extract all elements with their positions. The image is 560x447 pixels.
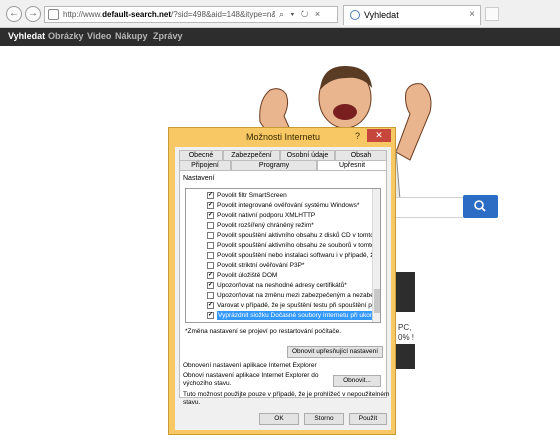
search-button[interactable] <box>463 195 498 218</box>
internet-options-dialog: Možnosti Internetu ? ✕ Obecné Zabezpečen… <box>168 127 396 435</box>
option-label: Povolit spouštění aktivního obsahu ze so… <box>217 242 372 249</box>
ok-button[interactable]: OK <box>259 413 299 425</box>
settings-option[interactable]: Povolit úložiště DOM <box>186 271 372 281</box>
option-checkbox[interactable] <box>207 232 214 239</box>
tab-obecne[interactable]: Obecné <box>179 150 223 160</box>
dialog-body: Obecné Zabezpečení Osobní údaje Obsah Př… <box>175 147 391 430</box>
new-tab-button[interactable] <box>485 7 499 21</box>
option-checkbox[interactable] <box>207 202 214 209</box>
url-prefix: http://www. <box>63 10 103 19</box>
cancel-button[interactable]: Storno <box>304 413 344 425</box>
page-icon <box>48 9 59 20</box>
tab-programy[interactable]: Programy <box>231 160 317 170</box>
option-label: Povolit spouštění aktivního obsahu z dis… <box>217 232 372 239</box>
url-host: default-search.net <box>102 10 172 19</box>
option-label: Povolit spouštění nebo instalaci softwar… <box>217 252 372 259</box>
option-label: Vyprázdnit složku Dočasné soubory Intern… <box>217 311 372 320</box>
search-input[interactable] <box>395 197 463 218</box>
settings-option[interactable]: Povolit integrované ověřování systému Wi… <box>186 201 372 211</box>
settings-list[interactable]: Povolit filtr SmartScreen Povolit integro… <box>185 188 381 323</box>
settings-label: Nastavení <box>183 175 215 182</box>
option-label: Varovat v případě, že je spuštění testu … <box>217 302 372 309</box>
promo-text: PC, 0% ! <box>398 323 415 342</box>
option-checkbox[interactable] <box>207 192 214 199</box>
tab-row-bottom: Připojení Programy Upřesnit <box>179 160 387 170</box>
address-tools-icons[interactable]: ⌕ ▾ ↻ × <box>279 9 322 20</box>
nav-zpravy[interactable]: Zprávy <box>153 31 183 41</box>
tab-title: Vyhledat <box>364 10 399 20</box>
close-icon[interactable]: ✕ <box>367 129 391 142</box>
option-label: Povolit úložiště DOM <box>217 272 278 279</box>
tab-zabezpeceni[interactable]: Zabezpečení <box>223 150 280 160</box>
nav-video[interactable]: Video <box>87 31 111 41</box>
option-checkbox[interactable] <box>207 252 214 259</box>
option-checkbox[interactable] <box>207 302 214 309</box>
address-text[interactable]: http://www.default-search.net/?sid=498&a… <box>63 10 275 19</box>
option-checkbox[interactable] <box>207 242 214 249</box>
forward-button[interactable]: → <box>25 6 41 22</box>
tab-close-icon[interactable]: × <box>469 9 475 20</box>
settings-option[interactable]: Vyprázdnit složku Dočasné soubory Intern… <box>186 311 372 321</box>
settings-option[interactable]: Povolit rozšířený chráněný režim* <box>186 221 372 231</box>
option-checkbox[interactable] <box>207 312 214 319</box>
reset-group-label: Obnovení nastavení aplikace Internet Exp… <box>183 362 317 369</box>
site-navigation: Vyhledat Obrázky Video Nákupy Zprávy <box>0 28 560 46</box>
restart-note: *Změna nastavení se projeví po restartov… <box>185 328 342 335</box>
option-label: Povolit filtr SmartScreen <box>217 192 287 199</box>
browser-tab[interactable]: Vyhledat × <box>343 5 481 25</box>
site-favicon-icon <box>350 10 360 20</box>
reset-description: Obnoví nastavení aplikace Internet Explo… <box>183 372 319 387</box>
option-checkbox[interactable] <box>207 292 214 299</box>
restore-advanced-button[interactable]: Obnovit upřesňující nastavení <box>287 346 383 358</box>
option-checkbox[interactable] <box>207 272 214 279</box>
search-icon <box>474 200 486 212</box>
dialog-title: Možnosti Internetu <box>245 132 321 142</box>
address-bar[interactable]: http://www.default-search.net/?sid=498&a… <box>44 6 338 23</box>
tab-row-top: Obecné Zabezpečení Osobní údaje Obsah <box>179 150 387 160</box>
option-label: Povolit integrované ověřování systému Wi… <box>217 202 360 209</box>
reset-warning: Tuto možnost použijte pouze v případě, ž… <box>183 391 390 406</box>
scrollbar-thumb[interactable] <box>374 289 380 313</box>
settings-option[interactable]: Povolit spouštění aktivního obsahu ze so… <box>186 241 372 251</box>
tab-obsah[interactable]: Obsah <box>335 150 387 160</box>
tab-upresnit[interactable]: Upřesnit <box>317 160 387 170</box>
settings-option[interactable]: Upozorňovat na neshodné adresy certifiká… <box>186 281 372 291</box>
settings-option[interactable]: Upozorňovat na změnu mezi zabezpečeným a… <box>186 291 372 301</box>
help-icon[interactable]: ? <box>355 131 360 141</box>
settings-option[interactable]: Povolit filtr SmartScreen <box>186 191 372 201</box>
option-checkbox[interactable] <box>207 222 214 229</box>
settings-scrollbar[interactable] <box>372 189 380 322</box>
reset-button[interactable]: Obnovit... <box>333 375 381 387</box>
option-label: Upozorňovat na neshodné adresy certifiká… <box>217 282 347 289</box>
settings-option[interactable]: Povolit spouštění nebo instalaci softwar… <box>186 251 372 261</box>
settings-option[interactable]: Povolit striktní ověřování P3P* <box>186 261 372 271</box>
nav-nakupy[interactable]: Nákupy <box>115 31 148 41</box>
settings-option[interactable]: Varovat v případě, že je spuštění testu … <box>186 301 372 311</box>
nav-obrazky[interactable]: Obrázky <box>48 31 84 41</box>
tab-osobni-udaje[interactable]: Osobní údaje <box>280 150 335 160</box>
tab-pripojeni[interactable]: Připojení <box>179 160 231 170</box>
url-path: /?sid=498&aid=148&itype=n&ver=13114&tm=4… <box>171 10 275 19</box>
option-checkbox[interactable] <box>207 262 214 269</box>
option-label: Povolit rozšířený chráněný režim* <box>217 222 314 229</box>
option-checkbox[interactable] <box>207 282 214 289</box>
option-label: Povolit nativní podporu XMLHTTP <box>217 212 316 219</box>
apply-button[interactable]: Použít <box>349 413 387 425</box>
nav-vyhledat[interactable]: Vyhledat <box>8 31 45 41</box>
back-button[interactable]: ← <box>6 6 22 22</box>
browser-toolbar: ← → http://www.default-search.net/?sid=4… <box>0 0 560 28</box>
option-label: Povolit striktní ověřování P3P* <box>217 262 305 269</box>
settings-option[interactable]: Povolit nativní podporu XMLHTTP <box>186 211 372 221</box>
settings-option[interactable]: Povolit spouštění aktivního obsahu z dis… <box>186 231 372 241</box>
option-label: Upozorňovat na změnu mezi zabezpečeným a… <box>217 292 372 299</box>
option-checkbox[interactable] <box>207 212 214 219</box>
